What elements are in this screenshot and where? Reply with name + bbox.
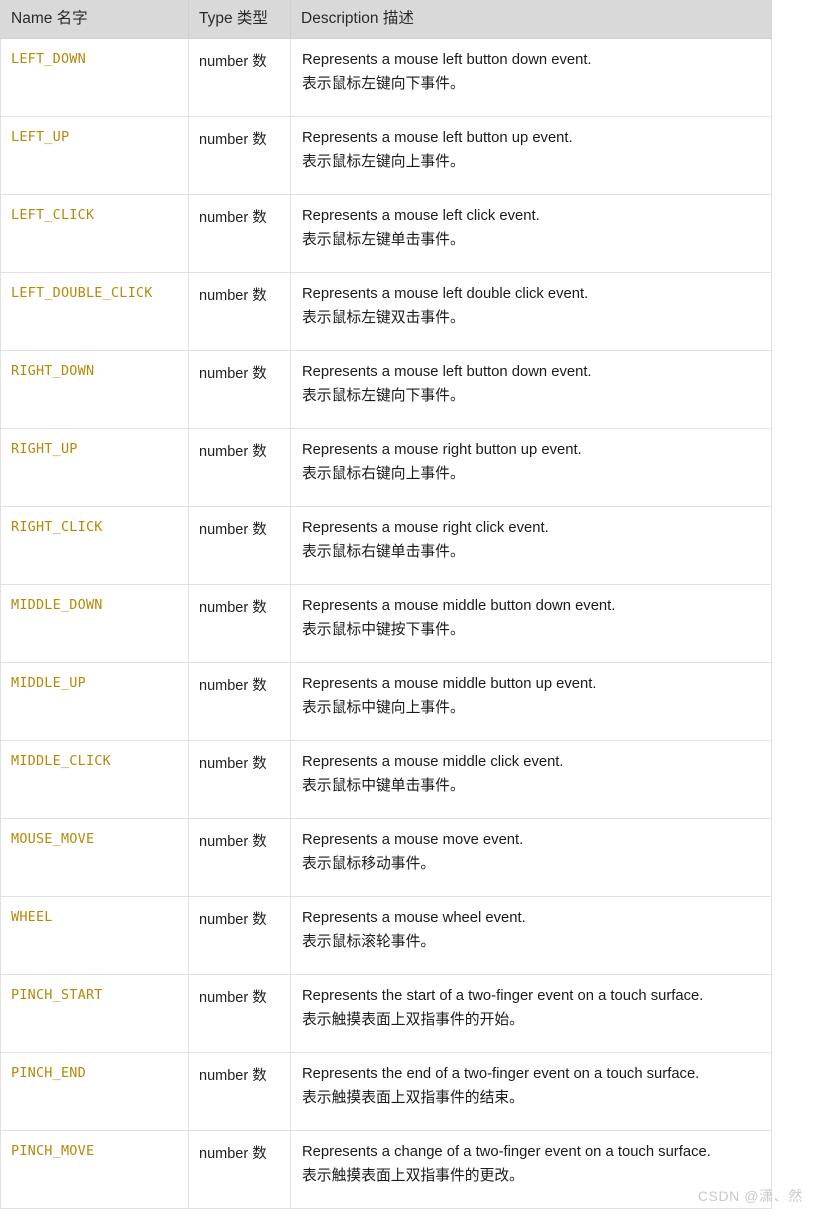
cell-event-name: PINCH_MOVE bbox=[0, 1130, 189, 1209]
cell-event-type: number 数 bbox=[188, 116, 291, 195]
table-row: WHEEL number 数 Represents a mouse wheel ev… bbox=[0, 896, 772, 975]
description-chinese: 表示触摸表面上双指事件的更改。 bbox=[302, 1167, 524, 1184]
cell-event-type: number 数 bbox=[188, 1052, 291, 1131]
cell-event-type: number 数 bbox=[188, 506, 291, 585]
table-header: Name 名字 Type 类型 Description 描述 bbox=[0, 0, 772, 39]
cell-event-type: number 数 bbox=[188, 974, 291, 1053]
description-english: Represents a mouse middle button up even… bbox=[302, 676, 597, 692]
description-chinese: 表示触摸表面上双指事件的开始。 bbox=[302, 1011, 524, 1028]
description-chinese: 表示鼠标滚轮事件。 bbox=[302, 933, 436, 950]
cell-event-name: LEFT_UP bbox=[0, 116, 189, 195]
description-english: Represents the start of a two-finger eve… bbox=[302, 988, 704, 1004]
cell-event-name: RIGHT_CLICK bbox=[0, 506, 189, 585]
cell-event-name: MIDDLE_UP bbox=[0, 662, 189, 741]
table-row: PINCH_END number 数 Represents the end of a… bbox=[0, 1052, 772, 1131]
table-row: LEFT_CLICK number 数 Represents a mouse lef… bbox=[0, 194, 772, 273]
table-row: RIGHT_UP number 数 Represents a mouse right… bbox=[0, 428, 772, 507]
mouse-event-reference-table: Name 名字 Type 类型 Description 描述 LEFT_DOWN… bbox=[0, 0, 772, 1209]
description-chinese: 表示鼠标中键向上事件。 bbox=[302, 699, 465, 716]
table-body: LEFT_DOWN number 数 Represents a mouse left… bbox=[0, 38, 772, 1209]
cell-event-description: Represents a mouse left button down even… bbox=[290, 350, 772, 429]
table-row: MIDDLE_CLICK number 数 Represents a mouse m… bbox=[0, 740, 772, 819]
description-chinese: 表示鼠标左键向上事件。 bbox=[302, 153, 465, 170]
table-row: LEFT_DOWN number 数 Represents a mouse left… bbox=[0, 38, 772, 117]
table-row: MIDDLE_UP number 数 Represents a mouse midd… bbox=[0, 662, 772, 741]
table-row: PINCH_MOVE number 数 Represents a change of… bbox=[0, 1130, 772, 1209]
description-english: Represents a mouse left button down even… bbox=[302, 364, 592, 380]
cell-event-type: number 数 bbox=[188, 584, 291, 663]
description-chinese: 表示鼠标中键单击事件。 bbox=[302, 777, 465, 794]
description-english: Represents a mouse left button up event. bbox=[302, 130, 573, 146]
cell-event-description: Represents a mouse right button up event… bbox=[290, 428, 772, 507]
column-header-name: Name 名字 bbox=[0, 0, 189, 39]
cell-event-name: MIDDLE_DOWN bbox=[0, 584, 189, 663]
description-chinese: 表示鼠标左键单击事件。 bbox=[302, 231, 465, 248]
cell-event-name: MIDDLE_CLICK bbox=[0, 740, 189, 819]
table-header-row: Name 名字 Type 类型 Description 描述 bbox=[0, 0, 772, 39]
cell-event-description: Represents a mouse left double click eve… bbox=[290, 272, 772, 351]
cell-event-type: number 数 bbox=[188, 740, 291, 819]
document-page: Name 名字 Type 类型 Description 描述 LEFT_DOWN… bbox=[0, 0, 817, 1218]
description-english: Represents a mouse middle button down ev… bbox=[302, 598, 616, 614]
cell-event-description: Represents a mouse move event. 表示鼠标移动事件。 bbox=[290, 818, 772, 897]
table-row: RIGHT_CLICK number 数 Represents a mouse ri… bbox=[0, 506, 772, 585]
cell-event-type: number 数 bbox=[188, 896, 291, 975]
cell-event-name: WHEEL bbox=[0, 896, 189, 975]
cell-event-description: Represents a mouse right click event. 表示鼠… bbox=[290, 506, 772, 585]
cell-event-description: Represents a mouse left click event. 表示鼠标… bbox=[290, 194, 772, 273]
cell-event-description: Represents a mouse middle button down ev… bbox=[290, 584, 772, 663]
cell-event-type: number 数 bbox=[188, 194, 291, 273]
cell-event-name: PINCH_START bbox=[0, 974, 189, 1053]
description-chinese: 表示触摸表面上双指事件的结束。 bbox=[302, 1089, 524, 1106]
description-chinese: 表示鼠标右键向上事件。 bbox=[302, 465, 465, 482]
cell-event-description: Represents a mouse wheel event. 表示鼠标滚轮事件。 bbox=[290, 896, 772, 975]
table-row: LEFT_UP number 数 Represents a mouse left b… bbox=[0, 116, 772, 195]
description-chinese: 表示鼠标左键向下事件。 bbox=[302, 75, 465, 92]
description-chinese: 表示鼠标右键单击事件。 bbox=[302, 543, 465, 560]
description-english: Represents a mouse move event. bbox=[302, 832, 524, 848]
table-row: MIDDLE_DOWN number 数 Represents a mouse mi… bbox=[0, 584, 772, 663]
description-english: Represents a mouse right button up event… bbox=[302, 442, 582, 458]
cell-event-description: Represents a mouse middle click event. 表示… bbox=[290, 740, 772, 819]
cell-event-name: MOUSE_MOVE bbox=[0, 818, 189, 897]
table-row: PINCH_START number 数 Represents the start … bbox=[0, 974, 772, 1053]
cell-event-name: LEFT_DOWN bbox=[0, 38, 189, 117]
description-english: Represents a mouse middle click event. bbox=[302, 754, 564, 770]
description-english: Represents a mouse left double click eve… bbox=[302, 286, 589, 302]
description-english: Represents a mouse left button down even… bbox=[302, 52, 592, 68]
description-english: Represents a mouse right click event. bbox=[302, 520, 549, 536]
cell-event-name: RIGHT_DOWN bbox=[0, 350, 189, 429]
cell-event-type: number 数 bbox=[188, 272, 291, 351]
cell-event-type: number 数 bbox=[188, 1130, 291, 1209]
cell-event-name: LEFT_CLICK bbox=[0, 194, 189, 273]
cell-event-name: RIGHT_UP bbox=[0, 428, 189, 507]
column-header-type: Type 类型 bbox=[188, 0, 291, 39]
description-chinese: 表示鼠标左键双击事件。 bbox=[302, 309, 465, 326]
description-chinese: 表示鼠标中键按下事件。 bbox=[302, 621, 465, 638]
cell-event-description: Represents a change of a two-finger even… bbox=[290, 1130, 772, 1209]
cell-event-name: LEFT_DOUBLE_CLICK bbox=[0, 272, 189, 351]
cell-event-type: number 数 bbox=[188, 350, 291, 429]
description-chinese: 表示鼠标左键向下事件。 bbox=[302, 387, 465, 404]
description-chinese: 表示鼠标移动事件。 bbox=[302, 855, 436, 872]
cell-event-type: number 数 bbox=[188, 662, 291, 741]
table-row: LEFT_DOUBLE_CLICK number 数 Represents a mo… bbox=[0, 272, 772, 351]
cell-event-description: Represents the start of a two-finger eve… bbox=[290, 974, 772, 1053]
cell-event-description: Represents the end of a two-finger event… bbox=[290, 1052, 772, 1131]
description-english: Represents a mouse wheel event. bbox=[302, 910, 526, 926]
cell-event-type: number 数 bbox=[188, 38, 291, 117]
description-english: Represents the end of a two-finger event… bbox=[302, 1066, 700, 1082]
cell-event-type: number 数 bbox=[188, 428, 291, 507]
table-row: MOUSE_MOVE number 数 Represents a mouse mov… bbox=[0, 818, 772, 897]
cell-event-description: Represents a mouse left button up event.… bbox=[290, 116, 772, 195]
table-row: RIGHT_DOWN number 数 Represents a mouse lef… bbox=[0, 350, 772, 429]
column-header-description: Description 描述 bbox=[290, 0, 772, 39]
cell-event-description: Represents a mouse middle button up even… bbox=[290, 662, 772, 741]
cell-event-name: PINCH_END bbox=[0, 1052, 189, 1131]
cell-event-description: Represents a mouse left button down even… bbox=[290, 38, 772, 117]
description-english: Represents a mouse left click event. bbox=[302, 208, 540, 224]
cell-event-type: number 数 bbox=[188, 818, 291, 897]
description-english: Represents a change of a two-finger even… bbox=[302, 1144, 711, 1160]
